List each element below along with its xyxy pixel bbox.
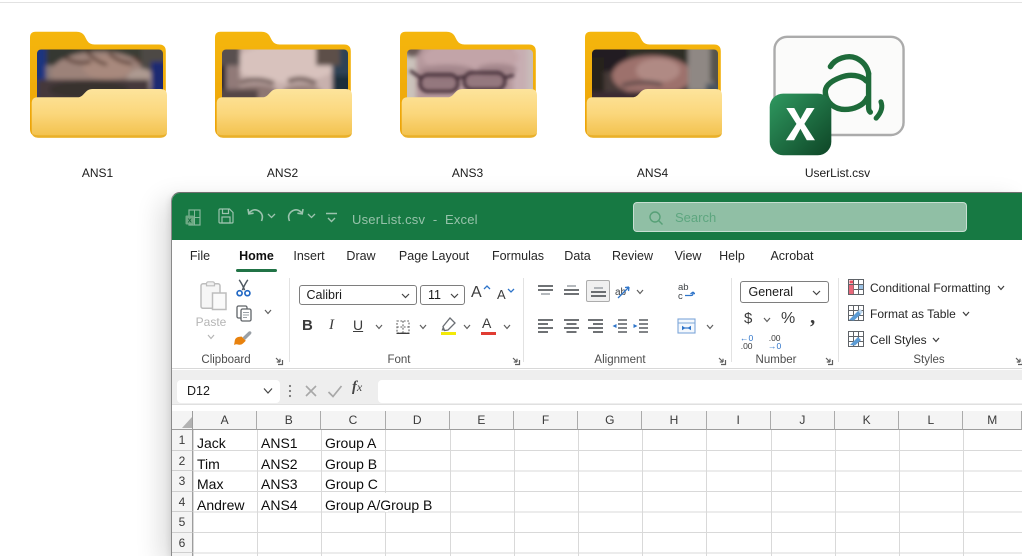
svg-text:c: c — [678, 291, 683, 301]
svg-text:ab: ab — [615, 287, 627, 298]
